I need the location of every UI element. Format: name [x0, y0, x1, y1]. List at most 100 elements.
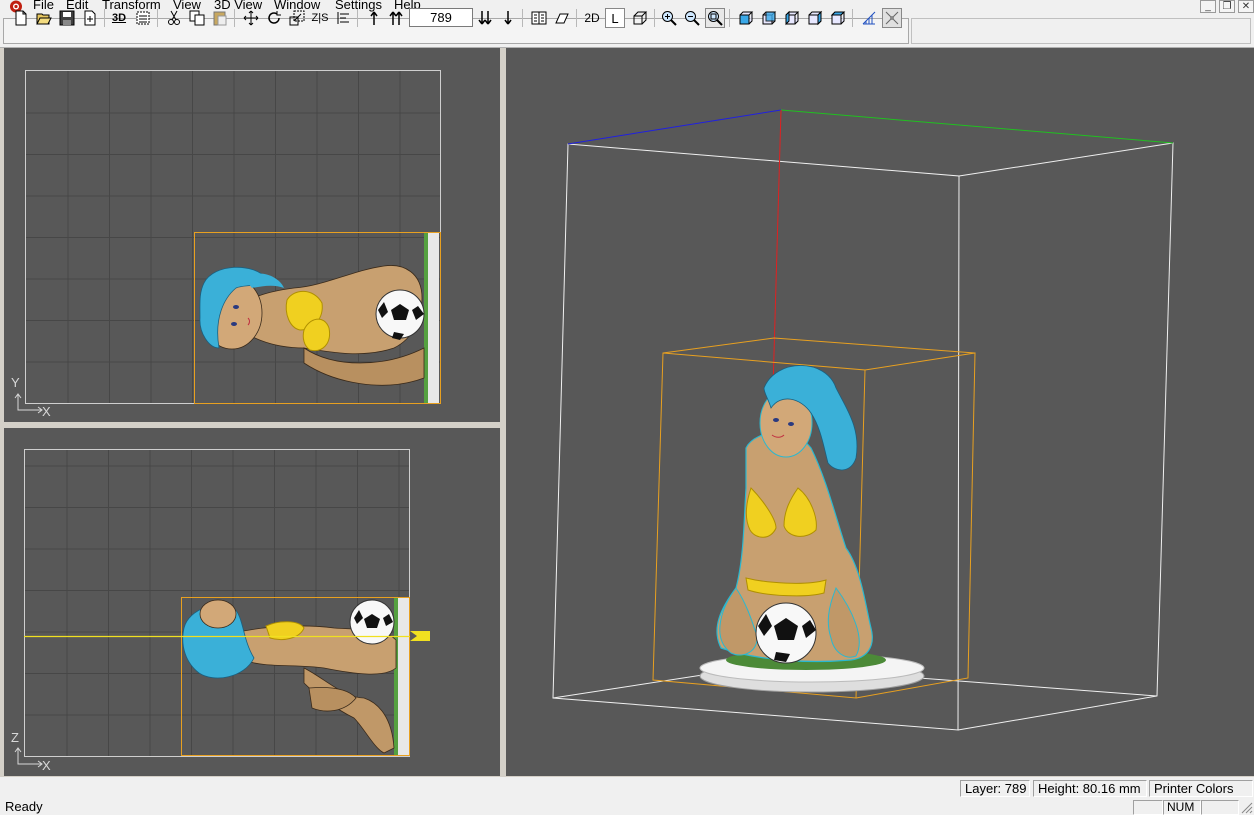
axis-x-label: X — [42, 758, 51, 773]
top-view-viewport[interactable]: Y X — [4, 48, 500, 422]
open-button[interactable] — [34, 8, 54, 28]
slice-settings-button[interactable] — [133, 8, 153, 28]
status-color-mode: Printer Colors — [1149, 780, 1253, 797]
mirror-label: Z|S — [311, 12, 329, 24]
export-button[interactable] — [80, 8, 100, 28]
paste-icon — [213, 11, 227, 26]
side-view-viewport[interactable]: Z X — [4, 428, 500, 776]
slice-3d-label: 3D — [111, 12, 127, 24]
mirror-button[interactable]: Z|S — [310, 8, 330, 28]
cut-button[interactable] — [164, 8, 184, 28]
back-view-button[interactable] — [759, 8, 779, 28]
model-figure-3d[interactable] — [699, 365, 925, 693]
status-scroll-indicator — [1201, 800, 1239, 815]
left-view-icon — [785, 10, 800, 26]
align-button[interactable] — [333, 8, 353, 28]
toolbar-separator — [157, 9, 158, 27]
toolbar-separator — [357, 9, 358, 27]
toolbar-separator — [234, 9, 235, 27]
left-view-button[interactable] — [782, 8, 802, 28]
axis-x-blue — [567, 109, 782, 145]
zoom-out-button[interactable] — [682, 8, 702, 28]
zoom-fit-button[interactable] — [705, 8, 725, 28]
layer-bottom-button[interactable] — [475, 8, 495, 28]
toolbar-separator — [104, 9, 105, 27]
slice-3d-button[interactable]: 3D — [109, 8, 129, 28]
status-bar: Layer: 789 Height: 80.16 mm Printer Colo… — [0, 777, 1254, 815]
build-plate-grid — [25, 70, 441, 404]
layer-number-input[interactable]: 789 — [409, 8, 473, 27]
minimize-button[interactable]: _ — [1200, 0, 1216, 13]
back-view-icon — [762, 11, 777, 25]
view-3d-box-button[interactable] — [630, 8, 650, 28]
support-button[interactable] — [859, 8, 879, 28]
right-view-icon — [808, 10, 823, 26]
toolbar-empty-area — [911, 18, 1251, 44]
slice-settings-icon — [136, 11, 150, 25]
export-icon — [84, 10, 96, 26]
scale-icon — [289, 10, 305, 26]
toolbar-separator — [852, 9, 853, 27]
rotate-icon — [268, 11, 281, 24]
3d-box-icon — [633, 11, 648, 25]
layer-bottom-icon — [478, 11, 492, 25]
open-icon — [36, 13, 52, 25]
zoom-in-button[interactable] — [659, 8, 679, 28]
move-icon — [243, 10, 259, 26]
layer-up-button[interactable] — [364, 8, 384, 28]
zoom-in-icon — [662, 11, 677, 26]
front-view-button[interactable] — [736, 8, 756, 28]
toolbar-separator — [522, 9, 523, 27]
resize-grip-icon[interactable] — [1240, 801, 1253, 814]
3d-view-canvas[interactable] — [506, 48, 1254, 776]
slice-list-icon — [531, 11, 547, 25]
axis-z-label: Z — [11, 730, 19, 745]
support-icon — [862, 11, 876, 25]
clear-support-icon — [885, 11, 899, 25]
layer-up-icon — [370, 11, 378, 25]
rotate-button[interactable] — [264, 8, 284, 28]
axis-indicator-side — [14, 747, 43, 768]
status-caps-indicator — [1133, 800, 1163, 815]
copy-icon — [189, 10, 205, 26]
status-height: Height: 80.16 mm — [1033, 780, 1147, 797]
view-2d-button[interactable]: 2D — [582, 8, 602, 28]
side-view-canvas[interactable]: Z X — [4, 428, 500, 776]
model-figure-side[interactable] — [182, 598, 409, 755]
zoom-out-icon — [685, 11, 700, 26]
view-2d-label: 2D — [584, 11, 600, 25]
toolbar-separator — [576, 9, 577, 27]
new-button[interactable] — [11, 8, 31, 28]
layer-top-button[interactable] — [386, 8, 406, 28]
restore-button[interactable]: ❐ — [1219, 0, 1235, 13]
layer-down-icon — [504, 11, 512, 25]
3d-perspective-viewport[interactable] — [506, 48, 1254, 776]
close-button[interactable]: ✕ — [1238, 0, 1254, 13]
new-icon — [15, 10, 27, 26]
clear-support-button[interactable] — [882, 8, 902, 28]
scale-button[interactable] — [287, 8, 307, 28]
model-figure-top[interactable] — [199, 233, 439, 403]
toolbar-separator — [729, 9, 730, 27]
view-layer-button[interactable]: L — [605, 8, 625, 28]
cut-icon — [168, 10, 180, 25]
zoom-fit-icon — [708, 11, 723, 26]
move-button[interactable] — [241, 8, 261, 28]
view-layer-label: L — [611, 10, 619, 26]
copy-button[interactable] — [187, 8, 207, 28]
paste-button[interactable] — [210, 8, 230, 28]
top-view-canvas[interactable]: Y X — [4, 48, 500, 422]
slice-view-button[interactable] — [552, 8, 572, 28]
right-view-button[interactable] — [805, 8, 825, 28]
save-button[interactable] — [57, 8, 77, 28]
front-view-icon — [739, 11, 754, 25]
axis-y-label: Y — [11, 375, 20, 390]
align-icon — [337, 12, 349, 24]
axis-x-label: X — [42, 404, 51, 419]
save-icon — [59, 10, 75, 26]
top-view-button[interactable] — [828, 8, 848, 28]
layer-down-button[interactable] — [498, 8, 518, 28]
layer-top-icon — [389, 11, 403, 25]
axis-y-green — [780, 109, 1174, 144]
slice-list-button[interactable] — [529, 8, 549, 28]
